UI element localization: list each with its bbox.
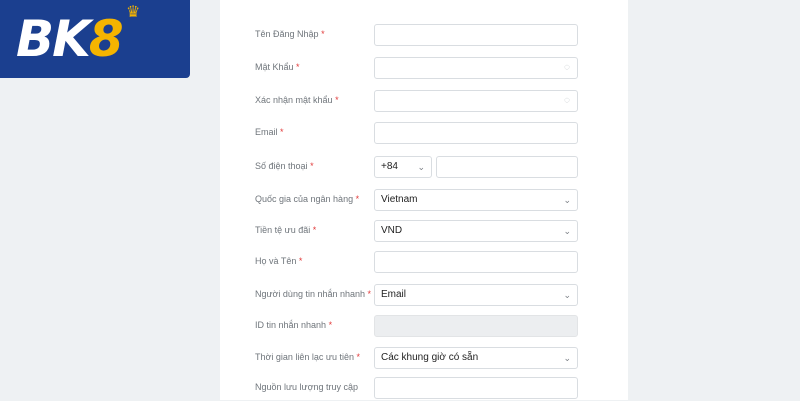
row-traffic-source: Nguồn lưu lượng truy cập <box>0 377 800 401</box>
eye-off-icon[interactable]: ◌ <box>564 91 570 111</box>
full-name-label: Họ và Tên * <box>255 256 303 266</box>
traffic-source-label: Nguồn lưu lượng truy cập <box>255 382 359 392</box>
eye-off-icon[interactable]: ◌ <box>564 58 570 78</box>
row-bank-country: Quốc gia của ngân hàng * Vietnam ⌄ <box>0 189 800 213</box>
row-phone: Số điện thoại * +84 ⌄ <box>0 156 800 180</box>
confirm-password-label: Xác nhận mật khẩu * <box>255 95 339 105</box>
row-messenger: Người dùng tin nhắn nhanh * Email ⌄ <box>0 284 800 308</box>
messenger-id-input[interactable] <box>374 315 578 337</box>
row-confirm-password: Xác nhận mật khẩu * ◌ <box>0 90 800 114</box>
row-contact-time: Thời gian liên lạc ưu tiên * Các khung g… <box>0 347 800 371</box>
messenger-label: Người dùng tin nhắn nhanh * <box>255 289 372 299</box>
password-label: Mật Khẩu * <box>255 62 300 72</box>
confirm-password-input[interactable]: ◌ <box>374 90 578 112</box>
bank-country-select[interactable]: Vietnam ⌄ <box>374 189 578 211</box>
row-email: Email * <box>0 122 800 146</box>
chevron-down-icon: ⌄ <box>563 290 571 300</box>
chevron-down-icon: ⌄ <box>563 195 571 205</box>
username-input[interactable] <box>374 24 578 46</box>
currency-label: Tiền tệ ưu đãi * <box>255 225 317 235</box>
full-name-input[interactable] <box>374 251 578 273</box>
row-currency: Tiền tệ ưu đãi * VND ⌄ <box>0 220 800 244</box>
phone-input[interactable] <box>436 156 578 178</box>
row-password: Mật Khẩu * ◌ <box>0 57 800 81</box>
contact-time-label: Thời gian liên lạc ưu tiên * <box>255 352 361 362</box>
bank-country-label: Quốc gia của ngân hàng * <box>255 194 360 204</box>
password-input[interactable]: ◌ <box>374 57 578 79</box>
messenger-select[interactable]: Email ⌄ <box>374 284 578 306</box>
traffic-source-input[interactable] <box>374 377 578 399</box>
country-code-select[interactable]: +84 ⌄ <box>374 156 432 178</box>
crown-icon: ♛ <box>126 4 141 21</box>
email-input[interactable] <box>374 122 578 144</box>
chevron-down-icon: ⌄ <box>417 162 425 172</box>
row-full-name: Họ và Tên * <box>0 251 800 275</box>
row-username: Tên Đăng Nhập * <box>0 24 800 48</box>
phone-label: Số điện thoại * <box>255 161 314 171</box>
row-messenger-id: ID tin nhắn nhanh * <box>0 315 800 339</box>
currency-select[interactable]: VND ⌄ <box>374 220 578 242</box>
chevron-down-icon: ⌄ <box>563 226 571 236</box>
contact-time-select[interactable]: Các khung giờ có sẵn ⌄ <box>374 347 578 369</box>
chevron-down-icon: ⌄ <box>563 353 571 363</box>
username-label: Tên Đăng Nhập * <box>255 29 325 39</box>
messenger-id-label: ID tin nhắn nhanh * <box>255 320 333 330</box>
email-label: Email * <box>255 127 284 137</box>
